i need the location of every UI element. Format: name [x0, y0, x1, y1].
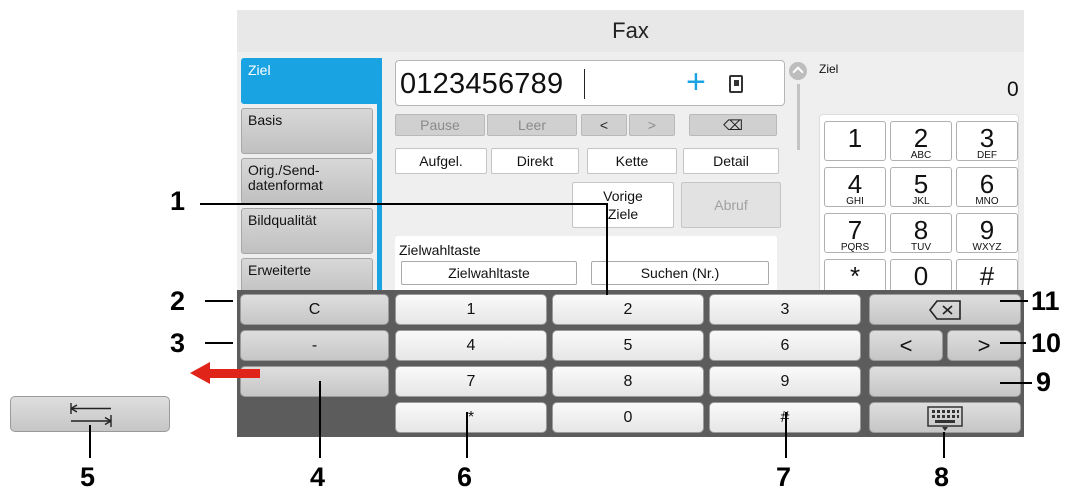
keypad-key-7[interactable]: 7 — [395, 366, 547, 397]
pad-key-3[interactable]: 3 DEF — [956, 121, 1018, 161]
cursor-left-button[interactable]: < — [581, 114, 627, 136]
keypad-cursor-left-key[interactable]: < — [869, 330, 943, 361]
pad-key-2[interactable]: 2 ABC — [890, 121, 952, 161]
keypad-key-8[interactable]: 8 — [552, 366, 704, 397]
keypad-key-1[interactable]: 1 — [395, 294, 547, 325]
pad-key-9[interactable]: 9 WXYZ — [956, 213, 1018, 253]
tab-basis[interactable]: Basis — [241, 108, 373, 154]
address-book-icon[interactable] — [729, 75, 743, 93]
add-destination-icon[interactable]: + — [686, 64, 706, 100]
pad-key-5[interactable]: 5 JKL — [890, 167, 952, 207]
cursor-right-button[interactable]: > — [629, 114, 675, 136]
hyphen-key[interactable]: - — [240, 330, 389, 361]
pad-key-7[interactable]: 7 PQRS — [824, 213, 886, 253]
keyboard-icon — [927, 406, 963, 431]
scrollbar[interactable] — [797, 84, 800, 150]
callout-line-11 — [1000, 300, 1028, 302]
callout-line-7 — [785, 412, 787, 458]
clear-key[interactable]: C — [240, 294, 389, 325]
callout-9: 9 — [1036, 367, 1052, 397]
callout-line-10 — [1000, 342, 1026, 344]
keypad-key-0[interactable]: 0 — [552, 402, 704, 433]
callout-line-8 — [943, 432, 945, 458]
callout-line-5 — [89, 425, 91, 458]
keypad-key-9[interactable]: 9 — [709, 366, 861, 397]
numeric-pad: 1 2 ABC 3 DEF 4 GHI 5 JKL 6 MNO 7 PQRS 8 TUV 9W… — [819, 114, 1019, 314]
keypad-key-5[interactable]: 5 — [552, 330, 704, 361]
callout-8: 8 — [934, 462, 950, 492]
callout-10: 10 — [1031, 328, 1062, 358]
callout-line-3 — [205, 342, 233, 344]
backspace-button[interactable]: ⌫ — [689, 114, 777, 136]
page-title: Fax — [612, 18, 649, 43]
tab-key[interactable] — [240, 366, 389, 397]
scroll-up-icon[interactable] — [789, 62, 807, 80]
tab-bildqualitaet[interactable]: Bildqualität — [241, 208, 373, 254]
keypad-key-3[interactable]: 3 — [709, 294, 861, 325]
pause-button[interactable]: Pause — [395, 114, 485, 136]
pad-key-8[interactable]: 8 TUV — [890, 213, 952, 253]
keypad-key-2[interactable]: 2 — [552, 294, 704, 325]
keypad-backspace-key[interactable] — [869, 294, 1021, 325]
callout-line-1-h — [200, 203, 607, 205]
speed-dial-button[interactable]: Zielwahltaste — [401, 261, 577, 285]
tab-arrow-icon — [70, 403, 112, 427]
keypad-cursor-right-key[interactable]: > — [947, 330, 1021, 361]
callout-3: 3 — [170, 328, 186, 358]
keypad-key-4[interactable]: 4 — [395, 330, 547, 361]
callout-line-1-v — [606, 203, 608, 295]
fax-number-value: 0123456789 — [400, 68, 564, 100]
speed-dial-label: Zielwahltaste — [399, 242, 481, 258]
destination-count: 0 — [1007, 78, 1019, 101]
detail-button[interactable]: Detail — [683, 148, 779, 174]
callout-1: 1 — [170, 186, 186, 216]
text-caret — [584, 69, 585, 99]
callout-6: 6 — [457, 462, 473, 492]
callout-line-4 — [319, 381, 321, 458]
previous-destinations-button[interactable]: Vorige Ziele — [572, 182, 674, 228]
pad-key-1[interactable]: 1 — [824, 121, 886, 161]
callout-7: 7 — [776, 462, 792, 492]
keyboard-toggle-key[interactable] — [869, 402, 1021, 433]
kette-button[interactable]: Kette — [587, 148, 677, 174]
callout-5: 5 — [80, 462, 96, 492]
direct-button[interactable]: Direkt — [491, 148, 579, 174]
tab-ziel[interactable]: Ziel — [241, 58, 379, 104]
enter-key[interactable] — [869, 366, 1021, 397]
tab-original-format[interactable]: Orig./Send- datenformat — [241, 158, 373, 204]
fax-number-field[interactable]: 0123456789 + — [395, 60, 785, 106]
destination-label: Ziel — [819, 62, 839, 76]
callout-2: 2 — [170, 286, 186, 316]
chain-button[interactable]: Aufgel. — [395, 148, 487, 174]
callout-line-9 — [1000, 382, 1032, 384]
callout-line-6 — [466, 412, 468, 458]
title-bar: Fax — [237, 10, 1024, 52]
keypad-key-6[interactable]: 6 — [709, 330, 861, 361]
pad-key-4[interactable]: 4 GHI — [824, 167, 886, 207]
poll-button[interactable]: Abruf — [681, 182, 781, 228]
search-number-button[interactable]: Suchen (Nr.) — [591, 261, 769, 285]
callout-11: 11 — [1031, 286, 1060, 316]
callout-4: 4 — [310, 462, 326, 492]
backspace-icon — [928, 300, 961, 320]
red-arrow-head — [190, 362, 210, 384]
fax-screen: Fax Ziel Basis Orig./Send- datenformat B… — [237, 10, 1024, 437]
callout-line-2 — [205, 300, 233, 302]
tab-accent-strip — [377, 58, 382, 298]
space-button[interactable]: Leer — [487, 114, 577, 136]
red-arrow-shaft — [208, 369, 260, 378]
keypad-key-star[interactable]: * — [395, 402, 547, 433]
pad-key-6[interactable]: 6 MNO — [956, 167, 1018, 207]
